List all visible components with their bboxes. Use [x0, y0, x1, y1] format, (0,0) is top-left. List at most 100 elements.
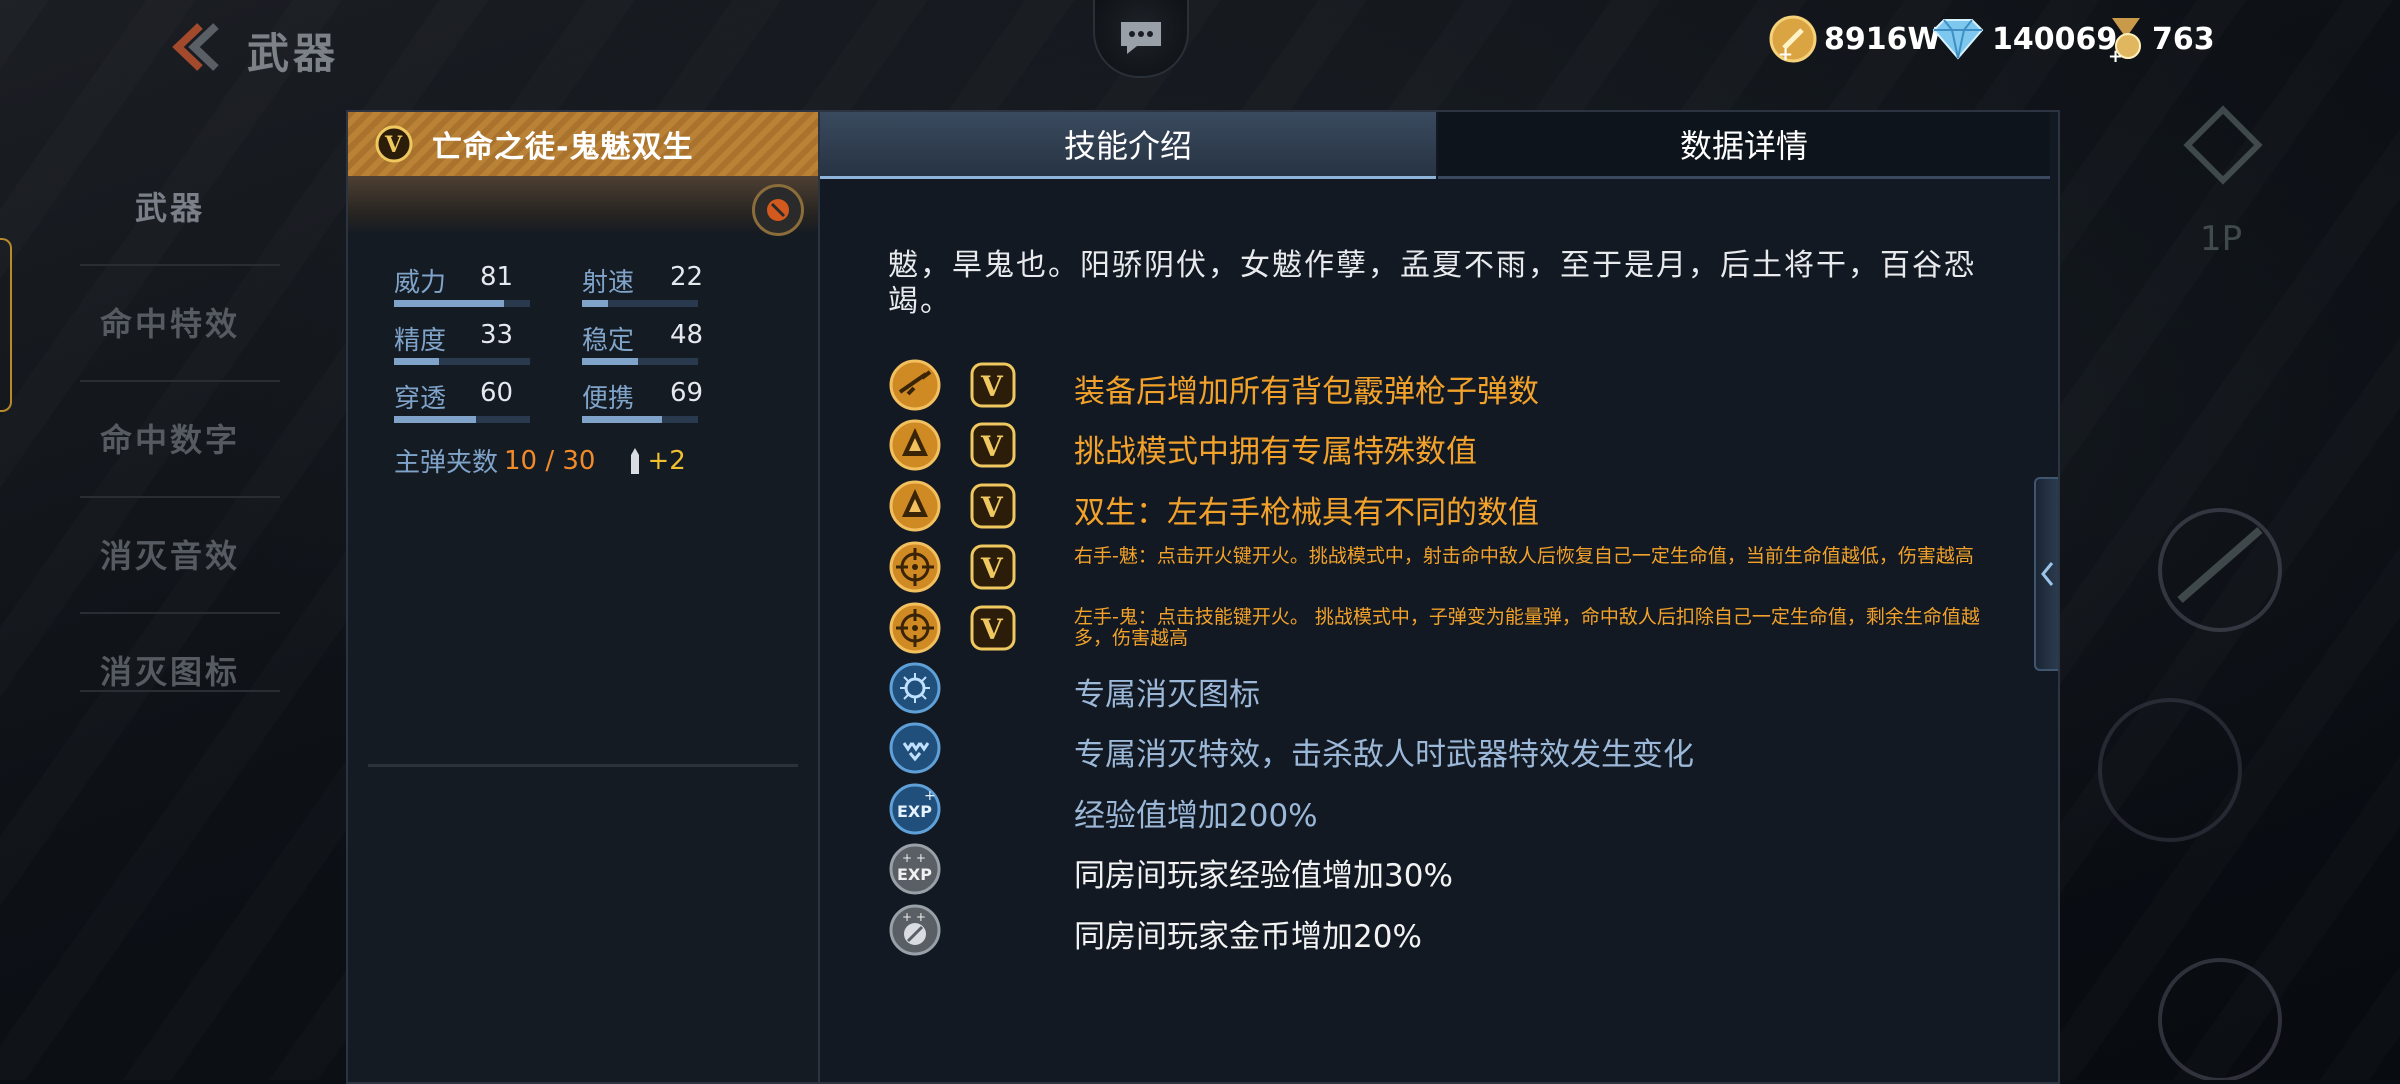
sidebar-item-weapon[interactable]: 武器 — [0, 148, 340, 264]
v-rank-icon: V — [970, 605, 1016, 651]
stat-bar-fill — [582, 300, 608, 307]
stat-bar — [582, 416, 698, 423]
diamond-value: 140069 — [1992, 21, 2118, 57]
room-coin-badge-icon: + + — [889, 904, 941, 956]
stat-label: 穿透 — [394, 384, 447, 414]
challenge-mode-icon — [889, 480, 941, 532]
sidebar-item-hit-effect[interactable]: 命中特效 — [0, 264, 340, 380]
stat-bar — [582, 300, 698, 307]
feature-text: 挑战模式中拥有专属特殊数值 — [1074, 434, 1477, 470]
weapon-subheader — [348, 176, 818, 236]
ammo-info: 主弹夹数 10 / 30 +2 — [394, 442, 686, 479]
svg-text:V: V — [384, 132, 403, 158]
feature-row: EXP + + 同房间玩家经验值增加30% — [888, 838, 2038, 898]
stat-label: 稳定 — [582, 326, 635, 356]
stat-value: 60 — [480, 378, 514, 408]
feature-text: 专属消灭特效，击杀敌人时武器特效发生变化 — [1074, 737, 1694, 773]
feature-row: V 左手-鬼：点击技能键开火。 挑战模式中，子弹变为能量弹，命中敌人后扣除自己一… — [888, 597, 2038, 657]
stat-bar-fill — [582, 416, 663, 423]
gold-coin-icon: + — [1769, 15, 1817, 64]
feature-row: V 挑战模式中拥有专属特殊数值 — [888, 414, 2038, 474]
svg-text:V: V — [980, 552, 1004, 585]
stat-value: 81 — [480, 262, 514, 292]
stat-value: 48 — [670, 320, 704, 350]
stat-label: 射速 — [582, 268, 635, 298]
medal-icon: + — [2108, 18, 2141, 64]
svg-text:V: V — [980, 430, 1004, 463]
feature-text: 左手-鬼：点击技能键开火。 挑战模式中，子弹变为能量弹，命中敌人后扣除自己一定生… — [1074, 606, 1980, 649]
rifle-badge-icon — [889, 359, 941, 411]
feature-text: 装备后增加所有背包霰弹枪子弹数 — [1074, 374, 1539, 410]
feature-row: V 装备后增加所有背包霰弹枪子弹数 — [888, 354, 2038, 414]
feature-text: 右手-魅：点击开火键开火。挑战模式中，射击命中敌人后恢复自己一定生命值，当前生命… — [1074, 545, 1974, 567]
back-chevron-icon[interactable] — [160, 22, 220, 72]
stat-label: 精度 — [394, 326, 447, 356]
feature-row: EXP + 经验值增加200% — [888, 778, 2038, 838]
v-rank-icon: V — [970, 362, 1016, 408]
sidebar-divider — [80, 380, 280, 382]
svg-text:V: V — [980, 370, 1004, 403]
stat-penetration: 穿透 60 — [394, 378, 584, 428]
kill-effect-badge — [889, 722, 941, 774]
feature-row: V 双生：左右手枪械具有不同的数值 — [888, 475, 2038, 535]
exp-badge-icon: EXP + — [889, 783, 941, 835]
page-title: 武器 — [247, 29, 340, 78]
kill-icon-badge — [889, 662, 941, 714]
svg-text:1P: 1P — [2200, 219, 2242, 259]
svg-text:+ +: + + — [902, 910, 926, 924]
stat-fire-rate: 射速 22 — [582, 262, 772, 312]
sidebar-divider — [80, 690, 280, 692]
svg-text:V: V — [980, 491, 1004, 524]
feature-text: 专属消灭图标 — [1074, 677, 1260, 713]
tab-data-details[interactable]: 数据详情 — [1438, 112, 2050, 179]
feature-row: + + 同房间玩家金币增加20% — [888, 899, 2038, 959]
detail-tabs: 技能介绍 数据详情 — [820, 112, 2056, 179]
diamond-icon — [1932, 19, 1984, 60]
chevron-left-icon — [2041, 562, 2054, 586]
ammo-value: 10 / 30 — [504, 445, 596, 476]
stat-accuracy: 精度 33 — [394, 320, 584, 370]
tab-skill-intro[interactable]: 技能介绍 — [820, 112, 1436, 179]
stat-bar-fill — [394, 358, 439, 365]
stat-value: 22 — [670, 262, 704, 292]
medal-currency[interactable]: + 763 — [2106, 14, 2215, 64]
crosshair-icon — [889, 602, 941, 654]
diamond-currency[interactable]: 140069 — [1930, 14, 2117, 64]
stat-bar — [582, 358, 698, 365]
background-controls: 1P — [2098, 105, 2282, 1080]
v-rank-icon: V — [970, 422, 1016, 468]
stats-divider — [368, 764, 798, 767]
sidebar-item-kill-sound[interactable]: 消灭音效 — [0, 496, 340, 612]
stat-bar — [394, 416, 530, 423]
sidebar-item-hit-number[interactable]: 命中数字 — [0, 380, 340, 496]
svg-text:EXP: EXP — [897, 802, 932, 821]
feature-text: 经验值增加200% — [1074, 798, 1318, 834]
stat-bar — [394, 358, 530, 365]
stat-value: 33 — [480, 320, 514, 350]
stat-label: 便携 — [582, 384, 635, 414]
crosshair-icon — [889, 541, 941, 593]
stat-power: 威力 81 — [394, 262, 584, 312]
ammo-bonus: +2 — [647, 445, 686, 476]
feature-row: 专属消灭特效，击杀敌人时武器特效发生变化 — [888, 717, 2038, 777]
weapon-name: 亡命之徒-鬼魅双生 — [432, 130, 694, 165]
sidebar-divider — [80, 496, 280, 498]
v-rank-icon: V — [375, 125, 413, 163]
chat-bubble-icon — [1121, 22, 1161, 54]
stat-portability: 便携 69 — [582, 378, 772, 428]
sidebar: 武器 命中特效 命中数字 消灭音效 消灭图标 — [0, 110, 340, 710]
gold-currency[interactable]: + 8916W — [1768, 14, 1941, 64]
sidebar-divider — [80, 612, 280, 614]
weapon-description: 魃，旱鬼也。阳骄阴伏，女魃作孽，孟夏不雨，至于是月，后土将干，百谷恐竭。 — [888, 248, 1976, 319]
challenge-mode-icon — [889, 419, 941, 471]
stat-value: 69 — [670, 378, 704, 408]
stat-bar-fill — [582, 358, 638, 365]
weapon-detail-panel: V 亡命之徒-鬼魅双生 威力 81 射速 22 精度 33 稳定 48 穿透 6… — [346, 110, 2060, 1084]
svg-text:+: + — [2108, 46, 2123, 64]
sidebar-item-kill-icon[interactable]: 消灭图标 — [0, 612, 340, 728]
collapse-panel-button[interactable] — [2034, 477, 2058, 671]
feature-text: 同房间玩家经验值增加30% — [1074, 858, 1453, 894]
svg-text:+ +: + + — [902, 851, 926, 865]
weapon-emblem-icon — [752, 184, 804, 236]
v-rank-icon: V — [970, 483, 1016, 529]
